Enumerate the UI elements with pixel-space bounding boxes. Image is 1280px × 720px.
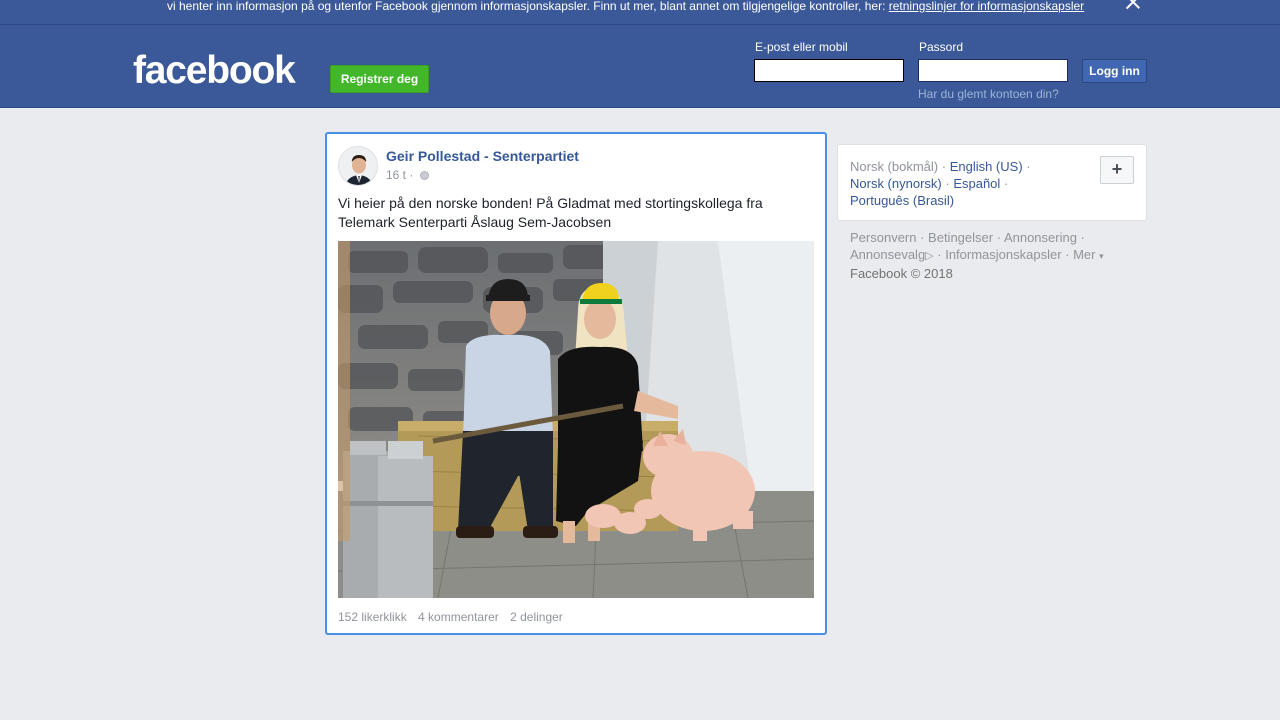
footer-link-adchoices[interactable]: Annonsevalg: [850, 247, 925, 262]
post-stats: 152 likerklikk 4 kommentarer 2 delinger: [338, 610, 571, 624]
current-language: Norsk (bokmål): [850, 159, 939, 174]
cookie-policy-link[interactable]: retningslinjer for informasjonskapsler: [889, 0, 1084, 13]
comments-count[interactable]: 4 kommentarer: [418, 610, 499, 624]
language-link-portugues[interactable]: Português (Brasil): [850, 193, 954, 208]
post-meta: 16 t ·: [386, 168, 429, 182]
cookie-banner: vi henter inn informasjon på og utenfor …: [0, 0, 1280, 25]
post-card: Geir Pollestad - Senterpartiet 16 t · Vi…: [325, 132, 827, 635]
more-languages-button[interactable]: +: [1100, 156, 1134, 184]
footer: Personvern · Betingelser · Annonsering ·…: [850, 230, 1104, 281]
footer-link-advertising[interactable]: Annonsering: [1004, 230, 1077, 245]
language-selector: Norsk (bokmål) · English (US) · Norsk (n…: [837, 144, 1147, 221]
copyright-text: Facebook © 2018: [850, 266, 953, 281]
shares-count[interactable]: 2 delinger: [510, 610, 563, 624]
language-link-espanol[interactable]: Español: [953, 176, 1000, 191]
post-author-link[interactable]: Geir Pollestad - Senterpartiet: [386, 148, 579, 164]
post-text: Vi heier på den norske bonden! På Gladma…: [338, 195, 763, 230]
language-link-english[interactable]: English (US): [950, 159, 1023, 174]
globe-icon: [419, 171, 429, 180]
language-link-nynorsk[interactable]: Norsk (nynorsk): [850, 176, 942, 191]
likes-count[interactable]: 152 likerklikk: [338, 610, 407, 624]
close-icon[interactable]: [1124, 0, 1142, 11]
facebook-logo[interactable]: facebook: [133, 49, 296, 93]
top-header: facebook Registrer deg E-post eller mobi…: [0, 25, 1280, 108]
email-label: E-post eller mobil: [755, 40, 848, 54]
password-field[interactable]: [918, 59, 1068, 82]
adchoices-icon: ▷: [925, 250, 934, 262]
footer-link-privacy[interactable]: Personvern: [850, 230, 916, 245]
language-list: Norsk (bokmål) · English (US) · Norsk (n…: [850, 159, 1031, 208]
password-label: Passord: [919, 40, 964, 54]
register-button[interactable]: Registrer deg: [330, 65, 429, 93]
footer-link-more[interactable]: Mer: [1073, 247, 1095, 262]
footer-link-terms[interactable]: Betingelser: [928, 230, 993, 245]
post-timestamp[interactable]: 16 t ·: [386, 168, 413, 182]
avatar[interactable]: [338, 146, 378, 186]
caret-down-icon: ▾: [1099, 251, 1104, 261]
cookie-banner-text: vi henter inn informasjon på og utenfor …: [167, 0, 1084, 13]
login-button[interactable]: Logg inn: [1082, 59, 1147, 83]
footer-link-cookies[interactable]: Informasjonskapsler: [945, 247, 1061, 262]
post-photo[interactable]: [338, 241, 814, 598]
forgot-account-link[interactable]: Har du glemt kontoen din?: [918, 87, 1059, 101]
cookie-banner-message: vi henter inn informasjon på og utenfor …: [167, 0, 886, 13]
email-field[interactable]: [754, 59, 904, 82]
